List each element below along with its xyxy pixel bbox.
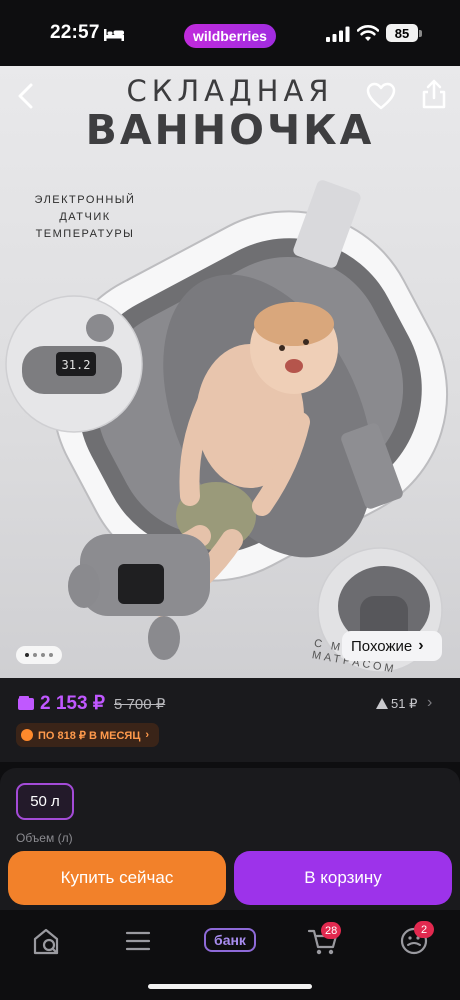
carousel-dot[interactable] [33,653,37,657]
home-indicator [148,984,312,989]
chevron-right-icon: › [145,729,150,741]
home-search-icon [33,928,59,955]
carousel-dot[interactable] [41,653,45,657]
menu-icon [125,931,151,951]
wifi-icon [357,25,379,41]
image-caption: ЭЛЕКТРОННЫЙ ДАТЧИК ТЕМПЕРАТУРЫ [12,192,158,243]
bank-tab[interactable]: банк [204,928,256,952]
profile-badge: 2 [414,921,434,938]
similar-label: Похожие [351,637,413,655]
chevron-right-icon[interactable]: › [427,694,432,712]
rating-value[interactable]: 51 ₽ [391,696,417,712]
bed-icon [104,29,124,41]
product-illustration: 31.2 [5,180,449,673]
triangle-up-icon [376,698,388,709]
carousel-dot[interactable] [25,653,29,657]
image-caption-line1: ЭЛЕКТРОННЫЙ [34,194,136,206]
current-price: 2 153 ₽ [40,693,105,714]
size-option-chip[interactable]: 50 л [16,783,74,820]
product-image-carousel[interactable]: 31.2 СКЛАДНАЯ ВАННОЧКА ЭЛЕКТРОННЫЙ ДАТЧИ… [0,66,460,678]
size-label: Объем (л) [16,831,73,845]
installment-text: ПО 818 ₽ В МЕСЯЦ [38,729,141,742]
status-time: 22:57 [50,22,100,43]
image-caption-line2: ДАТЧИК ТЕМПЕРАТУРЫ [35,211,135,240]
favorite-heart-icon[interactable] [366,82,396,110]
share-icon[interactable] [420,78,448,110]
cart-badge: 28 [321,922,342,939]
installment-icon [21,729,33,741]
carousel-dots[interactable] [16,646,62,664]
home-search-tab[interactable] [30,926,64,956]
sensor-readout: 31.2 [62,358,91,372]
signal-icon [326,26,350,42]
image-title-line2: ВАННОЧКА [85,106,375,154]
old-price: 5 700 ₽ [114,696,166,713]
back-arrow-icon[interactable] [12,80,42,112]
price-section: 2 153 ₽ 5 700 ₽ 51 ₽ › ПО 818 ₽ В МЕСЯЦ … [0,678,460,762]
wallet-icon [18,696,34,710]
battery-icon: 85 [386,24,418,42]
similar-button[interactable]: Похожие › [342,631,442,661]
chevron-right-icon: › [418,637,424,654]
status-bar: 22:57 wildberries 85 [0,0,460,66]
battery-nub [419,30,422,37]
buy-now-button[interactable]: Купить сейчас [8,851,226,905]
installment-badge[interactable]: ПО 818 ₽ В МЕСЯЦ › [16,723,160,747]
wildberries-pill[interactable]: wildberries [184,24,276,48]
carousel-dot[interactable] [49,653,53,657]
add-to-cart-button[interactable]: В корзину [234,851,452,905]
battery-level: 85 [394,25,410,41]
catalog-tab[interactable] [121,926,155,956]
